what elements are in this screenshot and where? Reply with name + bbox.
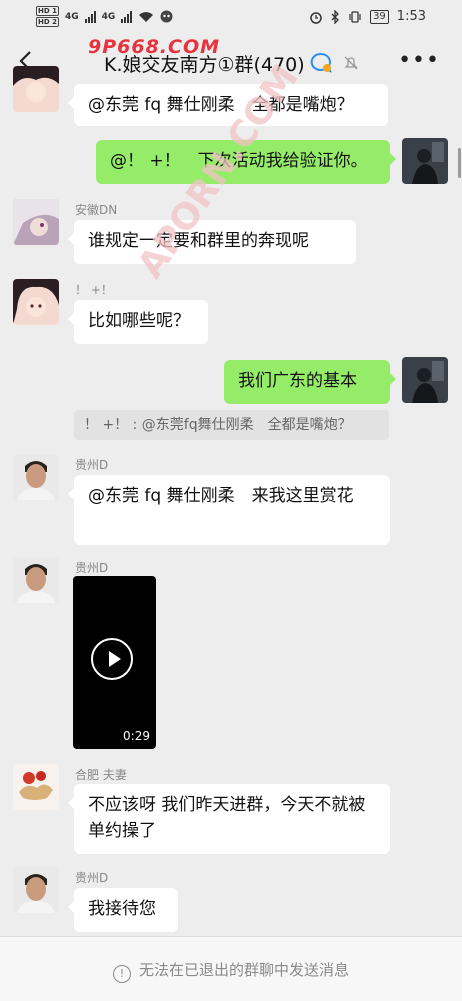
- chat-header: K.娘交友南方①群(470) •••: [0, 34, 462, 90]
- vibrate-icon: [349, 10, 361, 23]
- input-disabled-bar: ! 无法在已退出的群聊中发送消息: [0, 936, 462, 1001]
- battery-level: 39: [370, 9, 389, 24]
- message-bubble-self[interactable]: @！ +！ 下次活动我给验证你。: [96, 140, 396, 184]
- avatar-anhui[interactable]: [13, 199, 59, 245]
- chat-title: K.娘交友南方①群(470): [104, 54, 305, 76]
- message-bubble[interactable]: 谁规定一定要和群里的奔现呢: [68, 220, 356, 264]
- message-bubble[interactable]: 不应该呀 我们昨天进群，今天不就被单约操了: [68, 784, 390, 854]
- network-1-label: 4G: [64, 11, 79, 22]
- play-icon[interactable]: [91, 638, 133, 680]
- clock-time: 1:53: [396, 9, 426, 24]
- avatar-anime-girl[interactable]: [13, 66, 59, 112]
- info-exclamation-icon: !: [112, 965, 131, 983]
- avatar-guizhou[interactable]: [13, 454, 59, 500]
- sender-name: 安徽DN: [75, 203, 118, 217]
- app-notification-icon: [160, 10, 173, 23]
- signal-1-icon: [84, 10, 96, 23]
- quoted-reply[interactable]: ！ +！ : @东莞fq舞仕刚柔 全都是嘴炮？: [74, 410, 389, 440]
- alarm-icon: [310, 11, 322, 24]
- wifi-icon: [139, 11, 154, 22]
- avatar-hefei[interactable]: [13, 764, 59, 810]
- message-bubble[interactable]: 比如哪些呢？: [68, 300, 208, 344]
- network-2-label: 4G: [101, 11, 116, 22]
- sender-name: ！ +！: [75, 283, 113, 297]
- hd1-indicator: HD 1: [36, 6, 59, 16]
- message-bubble[interactable]: @东莞 fq 舞仕刚柔 来我这里赏花: [68, 475, 390, 545]
- video-message[interactable]: 0:29: [73, 576, 156, 749]
- message-bubble[interactable]: 我接待您: [68, 888, 178, 932]
- avatar-guizhou[interactable]: [13, 557, 59, 603]
- status-bar: HD 1 HD 2 4G 4G 39 1:53: [0, 0, 462, 34]
- avatar-guizhou[interactable]: [13, 867, 59, 913]
- avatar-anime-girl[interactable]: [13, 279, 59, 325]
- exit-notice: ! 无法在已退出的群聊中发送消息: [0, 959, 462, 983]
- scrollbar[interactable]: [458, 148, 461, 178]
- more-options-icon[interactable]: •••: [398, 50, 440, 72]
- sender-name: 贵州D: [75, 561, 109, 575]
- message-bubble-self[interactable]: 我们广东的基本: [224, 360, 396, 404]
- hd2-indicator: HD 2: [36, 17, 59, 27]
- avatar-self[interactable]: [402, 138, 448, 184]
- sender-name: 合肥 夫妻: [75, 768, 127, 782]
- avatar-self[interactable]: [402, 357, 448, 403]
- exit-notice-text: 无法在已退出的群聊中发送消息: [138, 961, 349, 979]
- signal-2-icon: [121, 10, 133, 23]
- sender-name: 贵州D: [75, 458, 109, 472]
- mute-bell-icon: [344, 56, 358, 70]
- status-right: 39 1:53: [309, 9, 426, 24]
- bluetooth-icon: [331, 9, 339, 24]
- enterprise-chat-icon: [310, 52, 333, 73]
- status-left: HD 1 HD 2 4G 4G: [36, 6, 173, 27]
- message-bubble[interactable]: @东莞 fq 舞仕刚柔 全都是嘴炮？: [68, 84, 388, 126]
- video-duration: 0:29: [123, 729, 150, 743]
- sender-name: 贵州D: [75, 871, 109, 885]
